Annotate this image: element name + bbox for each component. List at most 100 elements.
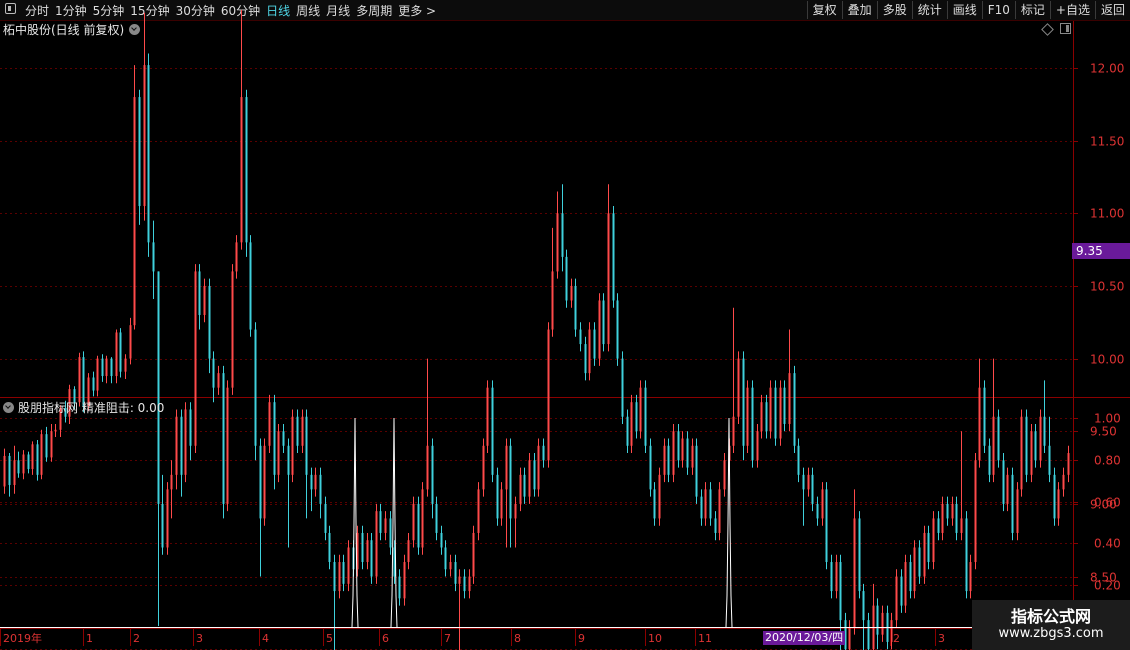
candle-down (644, 387, 647, 446)
candle-down (839, 562, 842, 621)
candle-up (301, 416, 304, 446)
candle-down (1011, 474, 1014, 533)
candle-down (1025, 416, 1028, 475)
candle-up (528, 460, 531, 497)
candle-up (978, 387, 981, 461)
time-label: 5 (326, 632, 333, 645)
candle-up (1062, 474, 1065, 490)
candle-down (245, 97, 248, 243)
candle-up (184, 409, 187, 475)
candle-up (449, 562, 452, 570)
candle-up (691, 445, 694, 468)
watermark: 指标公式网 www.zbgs3.com (972, 600, 1130, 650)
indicator-tick-label: 0.80 (1094, 454, 1121, 468)
candle-up (54, 429, 57, 432)
candle-up (96, 358, 99, 391)
time-label: 1 (86, 632, 93, 645)
chevron-down-icon[interactable] (3, 402, 14, 413)
candle-down (212, 358, 215, 388)
time-label: 2019年 (3, 631, 42, 645)
candle-up (904, 562, 907, 606)
candle-up (366, 540, 369, 563)
candle-down (282, 431, 285, 446)
candle-down (867, 620, 870, 650)
candle-down (222, 373, 225, 504)
candle-down (751, 387, 754, 461)
candle-down (491, 387, 494, 475)
candle-up (514, 503, 517, 519)
time-label: 2 (893, 632, 900, 645)
candle-down (653, 489, 656, 519)
candle-up (468, 576, 471, 592)
candle-up (760, 402, 763, 432)
candle-up (1067, 453, 1070, 475)
candle-up (895, 576, 898, 621)
candle-up (268, 402, 271, 446)
candle-up (607, 213, 610, 345)
candle-down (509, 445, 512, 519)
kline-chart[interactable]: 12.0011.5011.0010.5010.009.509.008.508.0… (0, 0, 1130, 650)
candle-up (639, 387, 642, 432)
candle-down (361, 532, 364, 563)
candle-up (472, 532, 475, 577)
candle-up (588, 329, 591, 374)
candle-down (273, 402, 276, 475)
candle-down (593, 329, 596, 359)
indicator-tick-label: 0.60 (1094, 496, 1121, 510)
candle-down (918, 547, 921, 577)
candle-down (825, 489, 828, 563)
candle-down (997, 416, 1000, 461)
candle-down (677, 431, 680, 461)
candle-down (254, 329, 257, 446)
candle-down (389, 518, 392, 548)
candle-up (756, 431, 759, 461)
candle-up (458, 576, 461, 584)
candle-up (403, 562, 406, 599)
candle-up (22, 454, 25, 474)
candle-up (477, 489, 480, 533)
time-label: 6 (382, 632, 389, 645)
candle-up (486, 387, 489, 446)
candle-up (105, 358, 108, 377)
candle-up (737, 358, 740, 417)
signal-spike (725, 417, 733, 628)
candle-up (658, 474, 661, 519)
candle-down (983, 387, 986, 446)
candle-up (1030, 431, 1033, 475)
candle-up (194, 271, 197, 446)
time-label: 4 (262, 632, 269, 645)
candle-down (876, 605, 879, 635)
candle-up (384, 518, 387, 533)
y-tick-label: 11.00 (1090, 207, 1124, 221)
candle-down (147, 65, 150, 243)
candle-down (667, 445, 670, 475)
candle-up (923, 532, 926, 577)
candle-up (407, 540, 410, 563)
candle-down (616, 300, 619, 359)
candle-down (1002, 460, 1005, 504)
candle-up (412, 503, 415, 541)
signal-spike (351, 417, 359, 628)
candle-up (1016, 489, 1019, 533)
candle-up (133, 97, 136, 326)
candle-up (426, 445, 429, 490)
candle-down (937, 518, 940, 533)
candle-down (783, 387, 786, 424)
candle-up (881, 612, 884, 635)
candle-up (519, 474, 522, 504)
candle-up (129, 325, 132, 359)
candle-up (277, 431, 280, 475)
candle-up (3, 455, 6, 487)
current-price-tag: 9.35 (1072, 243, 1130, 259)
candle-up (1006, 474, 1009, 504)
time-label: 2 (133, 632, 140, 645)
candle-down (626, 416, 629, 446)
candle-up (681, 438, 684, 461)
candle-up (932, 518, 935, 563)
y-tick-label: 9.50 (1090, 425, 1117, 439)
y-tick-label: 10.00 (1090, 353, 1124, 367)
candle-down (574, 285, 577, 330)
time-label: 7 (444, 632, 451, 645)
candle-up (482, 445, 485, 490)
candle-down (816, 503, 819, 519)
